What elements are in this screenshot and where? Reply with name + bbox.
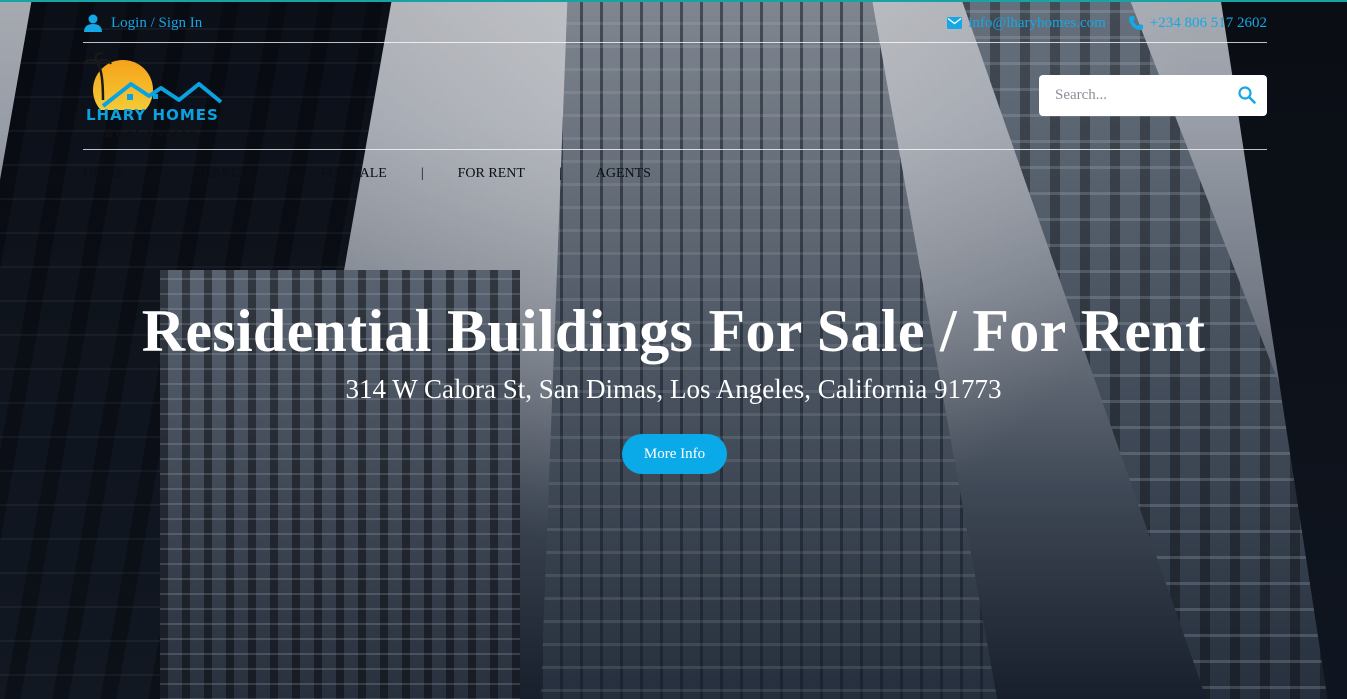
email-link[interactable]: info@lharyhomes.com (968, 15, 1106, 32)
header-divider-bottom (83, 149, 1267, 150)
nav-separator: | (284, 166, 288, 181)
logo-tagline: Real Estate (105, 127, 198, 140)
nav-item-search[interactable]: SEARCH (195, 166, 250, 182)
site-logo[interactable]: LHARY HOMES Real Estate (83, 50, 228, 142)
search-icon[interactable] (1237, 85, 1257, 105)
more-info-button[interactable]: More Info (622, 434, 727, 474)
hero-address: 314 W Calora St, San Dimas, Los Angeles,… (345, 374, 1002, 404)
search-input[interactable] (1039, 87, 1225, 104)
hero-title: Residential Buildings For Sale / For Ren… (141, 298, 1206, 364)
nav-separator: | (158, 166, 162, 181)
topbar: Login / Sign In info@lharyhomes.com +234… (83, 12, 1267, 34)
search-box (1039, 75, 1267, 116)
logo-brand: LHARY HOMES (86, 106, 219, 124)
email-contact[interactable]: info@lharyhomes.com (947, 15, 1106, 32)
logo-graphic (83, 52, 223, 110)
topbar-left: Login / Sign In (83, 13, 202, 33)
phone-contact[interactable]: +234 806 517 2602 (1128, 15, 1267, 32)
top-accent-line (0, 0, 1347, 2)
topbar-right: info@lharyhomes.com +234 806 517 2602 (933, 15, 1267, 32)
nav-separator: | (420, 166, 424, 181)
nav-item-home[interactable]: HOME (83, 166, 124, 182)
nav-separator: | (558, 166, 562, 181)
header-divider-top (83, 42, 1267, 43)
phone-icon (1128, 15, 1144, 31)
envelope-icon (947, 17, 963, 29)
user-icon[interactable] (83, 13, 103, 33)
main-nav: HOME | SEARCH | FOR SALE | FOR RENT | AG… (83, 166, 651, 182)
phone-link[interactable]: +234 806 517 2602 (1150, 15, 1267, 32)
nav-item-for-rent[interactable]: FOR RENT (458, 166, 525, 182)
hero-text: Residential Buildings For Sale / For Ren… (0, 296, 1347, 405)
nav-item-for-sale[interactable]: FOR SALE (321, 166, 387, 182)
login-signin-link[interactable]: Login / Sign In (111, 15, 202, 32)
nav-item-agents[interactable]: AGENTS (596, 166, 651, 182)
